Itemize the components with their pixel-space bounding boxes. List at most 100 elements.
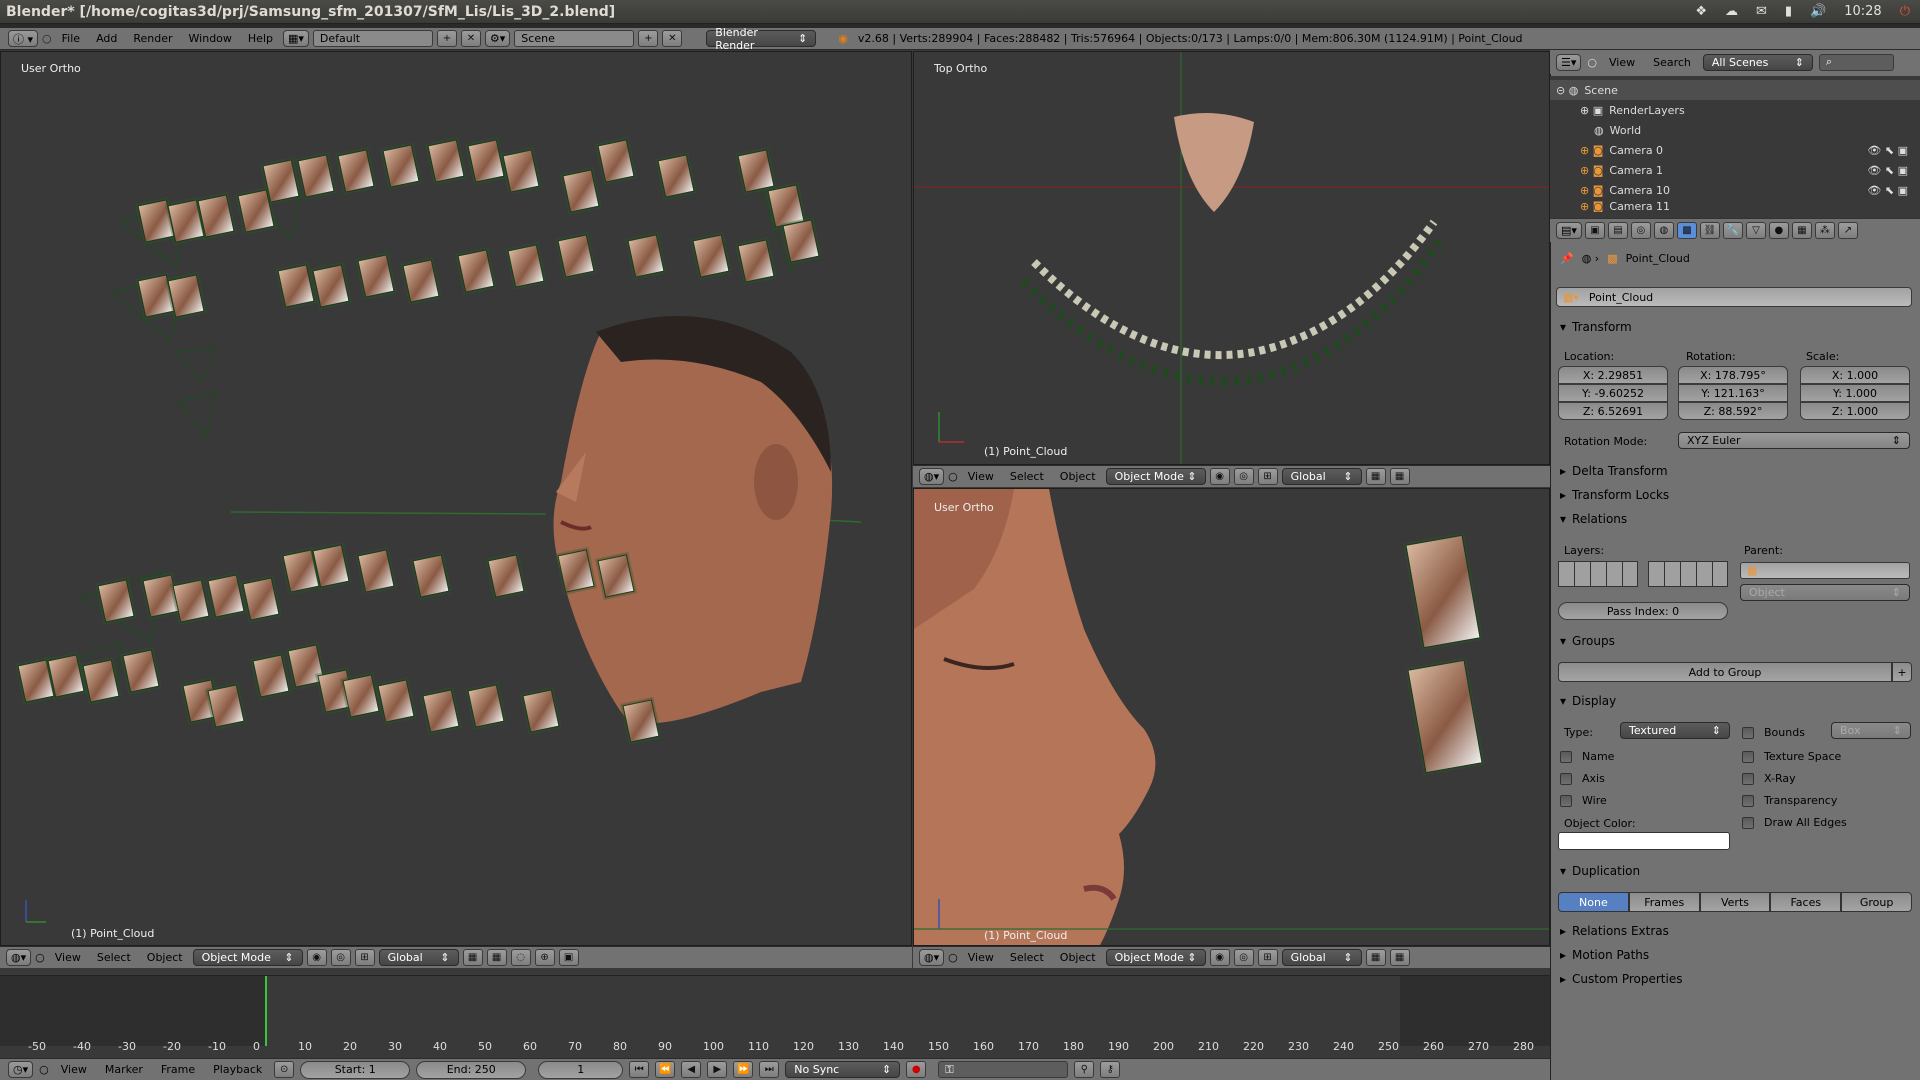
- menu-playback[interactable]: Playback: [207, 1063, 268, 1076]
- mode-dropdown[interactable]: Object Mode ⇕: [1105, 949, 1206, 966]
- preview-range-icon[interactable]: ⊙: [274, 1061, 295, 1078]
- axis-checkbox[interactable]: Axis: [1560, 772, 1605, 785]
- dup-faces-button[interactable]: Faces: [1770, 892, 1842, 912]
- material-tab-icon[interactable]: ●: [1768, 222, 1789, 239]
- xray-checkbox[interactable]: X-Ray: [1742, 772, 1796, 785]
- parent-type-dropdown[interactable]: Object ⇕: [1740, 584, 1910, 601]
- layers2-icon[interactable]: ▦: [1389, 468, 1410, 485]
- manipulator-icon[interactable]: ⊞: [354, 949, 375, 966]
- panel-relations-extras[interactable]: ▸ Relations Extras: [1550, 920, 1920, 942]
- scene-field[interactable]: Scene: [514, 30, 635, 47]
- constraints-tab-icon[interactable]: ⛓: [1699, 222, 1720, 239]
- network-icon[interactable]: ▮: [1785, 0, 1792, 24]
- collapse-icon[interactable]: ○: [35, 951, 45, 964]
- manipulator-icon[interactable]: ⊞: [1257, 468, 1278, 485]
- orientation-dropdown[interactable]: Global ⇕: [378, 949, 459, 966]
- viewport-bottomright[interactable]: User Ortho (1) Point_Cloud: [913, 488, 1550, 946]
- menu-view[interactable]: View: [49, 951, 87, 964]
- menu-select[interactable]: Select: [91, 951, 137, 964]
- menu-object[interactable]: Object: [1054, 951, 1102, 964]
- scene-canvas-left[interactable]: [1, 52, 912, 946]
- panel-display[interactable]: ▾ Display: [1550, 690, 1920, 712]
- wire-checkbox[interactable]: Wire: [1560, 794, 1607, 807]
- outliner-row-camera0[interactable]: ⊕ ◙ Camera 0 👁 ⬉ ▣: [1550, 140, 1920, 160]
- draw-all-edges-checkbox[interactable]: Draw All Edges: [1742, 816, 1847, 829]
- dup-none-button[interactable]: None: [1558, 892, 1629, 912]
- record-icon[interactable]: ●: [906, 1061, 927, 1078]
- editor-type-button[interactable]: ☰▾: [1556, 53, 1582, 71]
- display-type-dropdown[interactable]: Textured ⇕: [1620, 722, 1730, 739]
- layers-icon[interactable]: ▦: [1365, 949, 1386, 966]
- shading-icon[interactable]: ◉: [306, 949, 327, 966]
- transparency-checkbox[interactable]: Transparency: [1742, 794, 1837, 807]
- pivot-icon[interactable]: ◎: [1233, 949, 1254, 966]
- render-tab-icon[interactable]: ▣: [1584, 222, 1605, 239]
- visibility-icon[interactable]: 👁 ⬉ ▣: [1867, 144, 1920, 157]
- play-reverse-icon[interactable]: ◀: [681, 1061, 702, 1078]
- physics-tab-icon[interactable]: ↗: [1837, 222, 1858, 239]
- location-z-field[interactable]: Z: 6.52691: [1558, 402, 1668, 420]
- shading-icon[interactable]: ◉: [1209, 468, 1230, 485]
- data-tab-icon[interactable]: ▽: [1745, 222, 1766, 239]
- texture-space-checkbox[interactable]: Texture Space: [1742, 750, 1841, 763]
- panel-duplication[interactable]: ▾ Duplication: [1550, 860, 1920, 882]
- world-tab-icon[interactable]: ◍: [1653, 222, 1674, 239]
- editor-type-button[interactable]: ◍▾: [6, 949, 32, 966]
- rotation-mode-dropdown[interactable]: XYZ Euler ⇕: [1678, 432, 1910, 449]
- scene-icon[interactable]: ⚙▾: [484, 30, 511, 47]
- menu-file[interactable]: File: [56, 32, 86, 45]
- outliner-row-world[interactable]: ◍ World: [1550, 120, 1920, 140]
- outliner[interactable]: ⊝ ◍ Scene ⊕ ▣ RenderLayers ◍ World ⊕ ◙ Camer…: [1550, 76, 1920, 218]
- bounds-checkbox[interactable]: Bounds: [1742, 726, 1805, 739]
- insert-key-icon[interactable]: ⚲: [1074, 1061, 1095, 1078]
- scale-x-field[interactable]: X: 1.000: [1800, 366, 1910, 384]
- delete-key-icon[interactable]: ⚷: [1100, 1061, 1121, 1078]
- menu-window[interactable]: Window: [183, 32, 238, 45]
- bounds-type-dropdown[interactable]: Box ⇕: [1831, 722, 1911, 739]
- current-frame-field[interactable]: 1: [538, 1060, 624, 1079]
- pivot-icon[interactable]: ◎: [330, 949, 351, 966]
- manipulator-icon[interactable]: ⊞: [1257, 949, 1278, 966]
- layers-icon[interactable]: ▦: [1365, 468, 1386, 485]
- scale-z-field[interactable]: Z: 1.000: [1800, 402, 1910, 420]
- menu-marker[interactable]: Marker: [99, 1063, 149, 1076]
- rotation-y-field[interactable]: Y: 121.163°: [1678, 384, 1788, 402]
- name-checkbox[interactable]: Name: [1560, 750, 1614, 763]
- add-scene-icon[interactable]: +: [638, 30, 659, 47]
- dup-verts-button[interactable]: Verts: [1699, 892, 1771, 912]
- clock[interactable]: 10:28: [1844, 0, 1881, 24]
- search-input[interactable]: ⌕: [1818, 53, 1894, 71]
- menu-view[interactable]: View: [962, 470, 1000, 483]
- snap-icon[interactable]: ⊕: [534, 949, 555, 966]
- mode-dropdown[interactable]: Object Mode ⇕: [1105, 468, 1206, 485]
- rotation-z-field[interactable]: Z: 88.592°: [1678, 402, 1788, 420]
- menu-object[interactable]: Object: [141, 951, 189, 964]
- display-mode-dropdown[interactable]: All Scenes ⇕: [1702, 53, 1813, 71]
- layers2-icon[interactable]: ▦: [1389, 949, 1410, 966]
- menu-search[interactable]: Search: [1647, 56, 1697, 69]
- dup-group-button[interactable]: Group: [1841, 892, 1912, 912]
- panel-groups[interactable]: ▾ Groups: [1550, 630, 1920, 652]
- next-key-icon[interactable]: ⏩: [733, 1061, 754, 1078]
- visibility-icon[interactable]: 👁 ⬉ ▣: [1867, 184, 1920, 197]
- layers-icon[interactable]: ▦: [462, 949, 483, 966]
- orientation-dropdown[interactable]: Global ⇕: [1281, 949, 1362, 966]
- outliner-row-renderlayers[interactable]: ⊕ ▣ RenderLayers: [1550, 100, 1920, 120]
- current-frame-marker[interactable]: [265, 976, 267, 1046]
- collapse-icon[interactable]: ○: [39, 1063, 49, 1076]
- jump-end-icon[interactable]: ⏭: [759, 1061, 780, 1078]
- scale-y-field[interactable]: Y: 1.000: [1800, 384, 1910, 402]
- mode-dropdown[interactable]: Object Mode ⇕: [192, 949, 303, 966]
- render-icon[interactable]: ▣: [558, 949, 579, 966]
- start-frame-field[interactable]: Start: 1: [300, 1060, 411, 1079]
- menu-add[interactable]: Add: [90, 32, 123, 45]
- parent-field[interactable]: ▩: [1740, 562, 1910, 579]
- layers-tab-icon[interactable]: ▤: [1607, 222, 1628, 239]
- render-engine-dropdown[interactable]: Blender Render ⇕: [706, 26, 817, 52]
- remove-layout-icon[interactable]: ✕: [460, 30, 481, 47]
- visibility-icon[interactable]: 👁 ⬉ ▣: [1867, 164, 1920, 177]
- cloud-icon[interactable]: ☁: [1725, 0, 1738, 24]
- menu-frame[interactable]: Frame: [155, 1063, 201, 1076]
- menu-view[interactable]: View: [962, 951, 1000, 964]
- add-layout-icon[interactable]: +: [436, 30, 457, 47]
